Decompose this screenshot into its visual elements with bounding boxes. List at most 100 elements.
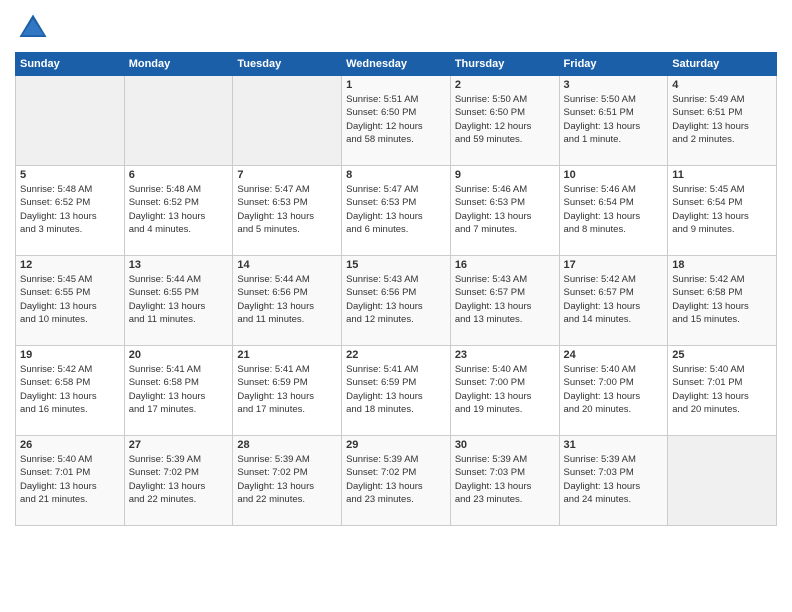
day-info: Sunrise: 5:40 AM Sunset: 7:01 PM Dayligh… bbox=[20, 453, 120, 506]
day-number: 12 bbox=[20, 259, 120, 271]
day-number: 23 bbox=[455, 349, 555, 361]
day-info: Sunrise: 5:50 AM Sunset: 6:50 PM Dayligh… bbox=[455, 93, 555, 146]
day-number: 28 bbox=[237, 439, 337, 451]
day-number: 19 bbox=[20, 349, 120, 361]
day-number: 22 bbox=[346, 349, 446, 361]
calendar-cell: 31 Sunrise: 5:39 AM Sunset: 7:03 PM Dayli… bbox=[559, 436, 668, 526]
day-number: 13 bbox=[129, 259, 229, 271]
day-info: Sunrise: 5:51 AM Sunset: 6:50 PM Dayligh… bbox=[346, 93, 446, 146]
day-info: Sunrise: 5:49 AM Sunset: 6:51 PM Dayligh… bbox=[672, 93, 772, 146]
day-number: 1 bbox=[346, 79, 446, 91]
day-info: Sunrise: 5:39 AM Sunset: 7:03 PM Dayligh… bbox=[564, 453, 664, 506]
calendar-cell: 1 Sunrise: 5:51 AM Sunset: 6:50 PM Daylig… bbox=[342, 76, 451, 166]
day-info: Sunrise: 5:42 AM Sunset: 6:58 PM Dayligh… bbox=[672, 273, 772, 326]
calendar-week-5: 26Sunrise: 5:40 AM Sunset: 7:01 PM Dayli… bbox=[16, 436, 777, 526]
calendar-cell: 23 Sunrise: 5:40 AM Sunset: 7:00 PM Dayli… bbox=[450, 346, 559, 436]
day-info: Sunrise: 5:40 AM Sunset: 7:00 PM Dayligh… bbox=[564, 363, 664, 416]
day-info: Sunrise: 5:47 AM Sunset: 6:53 PM Dayligh… bbox=[346, 183, 446, 236]
header-cell-wednesday: Wednesday bbox=[342, 53, 451, 76]
day-number: 21 bbox=[237, 349, 337, 361]
logo-icon bbox=[15, 10, 51, 46]
day-number: 7 bbox=[237, 169, 337, 181]
calendar-cell: 15 Sunrise: 5:43 AM Sunset: 6:56 PM Dayli… bbox=[342, 256, 451, 346]
day-number: 2 bbox=[455, 79, 555, 91]
calendar-cell: 5 Sunrise: 5:48 AM Sunset: 6:52 PM Daylig… bbox=[16, 166, 125, 256]
calendar-cell: 16 Sunrise: 5:43 AM Sunset: 6:57 PM Dayli… bbox=[450, 256, 559, 346]
day-info: Sunrise: 5:41 AM Sunset: 6:58 PM Dayligh… bbox=[129, 363, 229, 416]
calendar-cell: 21 Sunrise: 5:41 AM Sunset: 6:59 PM Dayli… bbox=[233, 346, 342, 436]
day-info: Sunrise: 5:45 AM Sunset: 6:54 PM Dayligh… bbox=[672, 183, 772, 236]
day-number: 9 bbox=[455, 169, 555, 181]
header-cell-saturday: Saturday bbox=[668, 53, 777, 76]
calendar-cell bbox=[668, 436, 777, 526]
day-info: Sunrise: 5:48 AM Sunset: 6:52 PM Dayligh… bbox=[129, 183, 229, 236]
day-number: 5 bbox=[20, 169, 120, 181]
day-number: 4 bbox=[672, 79, 772, 91]
day-info: Sunrise: 5:50 AM Sunset: 6:51 PM Dayligh… bbox=[564, 93, 664, 146]
calendar-cell: 11 Sunrise: 5:45 AM Sunset: 6:54 PM Dayli… bbox=[668, 166, 777, 256]
page-header bbox=[15, 10, 777, 46]
day-info: Sunrise: 5:39 AM Sunset: 7:03 PM Dayligh… bbox=[455, 453, 555, 506]
day-info: Sunrise: 5:46 AM Sunset: 6:53 PM Dayligh… bbox=[455, 183, 555, 236]
calendar-cell: 28 Sunrise: 5:39 AM Sunset: 7:02 PM Dayli… bbox=[233, 436, 342, 526]
day-info: Sunrise: 5:41 AM Sunset: 6:59 PM Dayligh… bbox=[237, 363, 337, 416]
day-info: Sunrise: 5:44 AM Sunset: 6:56 PM Dayligh… bbox=[237, 273, 337, 326]
calendar-cell: 12 Sunrise: 5:45 AM Sunset: 6:55 PM Dayli… bbox=[16, 256, 125, 346]
day-info: Sunrise: 5:42 AM Sunset: 6:57 PM Dayligh… bbox=[564, 273, 664, 326]
day-number: 15 bbox=[346, 259, 446, 271]
calendar-cell: 30 Sunrise: 5:39 AM Sunset: 7:03 PM Dayli… bbox=[450, 436, 559, 526]
calendar-cell: 25 Sunrise: 5:40 AM Sunset: 7:01 PM Dayli… bbox=[668, 346, 777, 436]
day-number: 20 bbox=[129, 349, 229, 361]
calendar-cell: 17Sunrise: 5:42 AM Sunset: 6:57 PM Dayli… bbox=[559, 256, 668, 346]
day-number: 8 bbox=[346, 169, 446, 181]
day-info: Sunrise: 5:40 AM Sunset: 7:00 PM Dayligh… bbox=[455, 363, 555, 416]
day-number: 16 bbox=[455, 259, 555, 271]
calendar-cell bbox=[124, 76, 233, 166]
day-info: Sunrise: 5:39 AM Sunset: 7:02 PM Dayligh… bbox=[346, 453, 446, 506]
day-info: Sunrise: 5:43 AM Sunset: 6:56 PM Dayligh… bbox=[346, 273, 446, 326]
day-number: 18 bbox=[672, 259, 772, 271]
calendar-cell: 6 Sunrise: 5:48 AM Sunset: 6:52 PM Daylig… bbox=[124, 166, 233, 256]
day-number: 25 bbox=[672, 349, 772, 361]
day-number: 29 bbox=[346, 439, 446, 451]
day-info: Sunrise: 5:47 AM Sunset: 6:53 PM Dayligh… bbox=[237, 183, 337, 236]
day-number: 3 bbox=[564, 79, 664, 91]
calendar-cell: 26Sunrise: 5:40 AM Sunset: 7:01 PM Dayli… bbox=[16, 436, 125, 526]
day-info: Sunrise: 5:39 AM Sunset: 7:02 PM Dayligh… bbox=[237, 453, 337, 506]
day-info: Sunrise: 5:44 AM Sunset: 6:55 PM Dayligh… bbox=[129, 273, 229, 326]
calendar-cell: 24 Sunrise: 5:40 AM Sunset: 7:00 PM Dayli… bbox=[559, 346, 668, 436]
calendar-cell: 27 Sunrise: 5:39 AM Sunset: 7:02 PM Dayli… bbox=[124, 436, 233, 526]
calendar-table: SundayMondayTuesdayWednesdayThursdayFrid… bbox=[15, 52, 777, 526]
day-number: 30 bbox=[455, 439, 555, 451]
calendar-cell: 3 Sunrise: 5:50 AM Sunset: 6:51 PM Daylig… bbox=[559, 76, 668, 166]
calendar-week-1: 1 Sunrise: 5:51 AM Sunset: 6:50 PM Daylig… bbox=[16, 76, 777, 166]
day-number: 11 bbox=[672, 169, 772, 181]
header-cell-friday: Friday bbox=[559, 53, 668, 76]
calendar-cell: 14 Sunrise: 5:44 AM Sunset: 6:56 PM Dayli… bbox=[233, 256, 342, 346]
calendar-cell bbox=[16, 76, 125, 166]
calendar-cell: 10Sunrise: 5:46 AM Sunset: 6:54 PM Dayli… bbox=[559, 166, 668, 256]
day-info: Sunrise: 5:45 AM Sunset: 6:55 PM Dayligh… bbox=[20, 273, 120, 326]
day-info: Sunrise: 5:39 AM Sunset: 7:02 PM Dayligh… bbox=[129, 453, 229, 506]
header-cell-thursday: Thursday bbox=[450, 53, 559, 76]
day-info: Sunrise: 5:43 AM Sunset: 6:57 PM Dayligh… bbox=[455, 273, 555, 326]
calendar-cell: 2 Sunrise: 5:50 AM Sunset: 6:50 PM Daylig… bbox=[450, 76, 559, 166]
day-number: 24 bbox=[564, 349, 664, 361]
day-number: 10 bbox=[564, 169, 664, 181]
calendar-week-3: 12 Sunrise: 5:45 AM Sunset: 6:55 PM Dayli… bbox=[16, 256, 777, 346]
calendar-cell: 4 Sunrise: 5:49 AM Sunset: 6:51 PM Daylig… bbox=[668, 76, 777, 166]
day-number: 14 bbox=[237, 259, 337, 271]
calendar-cell: 22 Sunrise: 5:41 AM Sunset: 6:59 PM Dayli… bbox=[342, 346, 451, 436]
day-number: 27 bbox=[129, 439, 229, 451]
day-info: Sunrise: 5:40 AM Sunset: 7:01 PM Dayligh… bbox=[672, 363, 772, 416]
day-number: 31 bbox=[564, 439, 664, 451]
day-info: Sunrise: 5:48 AM Sunset: 6:52 PM Dayligh… bbox=[20, 183, 120, 236]
logo bbox=[15, 10, 55, 46]
header-cell-tuesday: Tuesday bbox=[233, 53, 342, 76]
header-cell-sunday: Sunday bbox=[16, 53, 125, 76]
header-cell-monday: Monday bbox=[124, 53, 233, 76]
day-number: 6 bbox=[129, 169, 229, 181]
day-info: Sunrise: 5:41 AM Sunset: 6:59 PM Dayligh… bbox=[346, 363, 446, 416]
calendar-cell bbox=[233, 76, 342, 166]
calendar-cell: 19Sunrise: 5:42 AM Sunset: 6:58 PM Dayli… bbox=[16, 346, 125, 436]
